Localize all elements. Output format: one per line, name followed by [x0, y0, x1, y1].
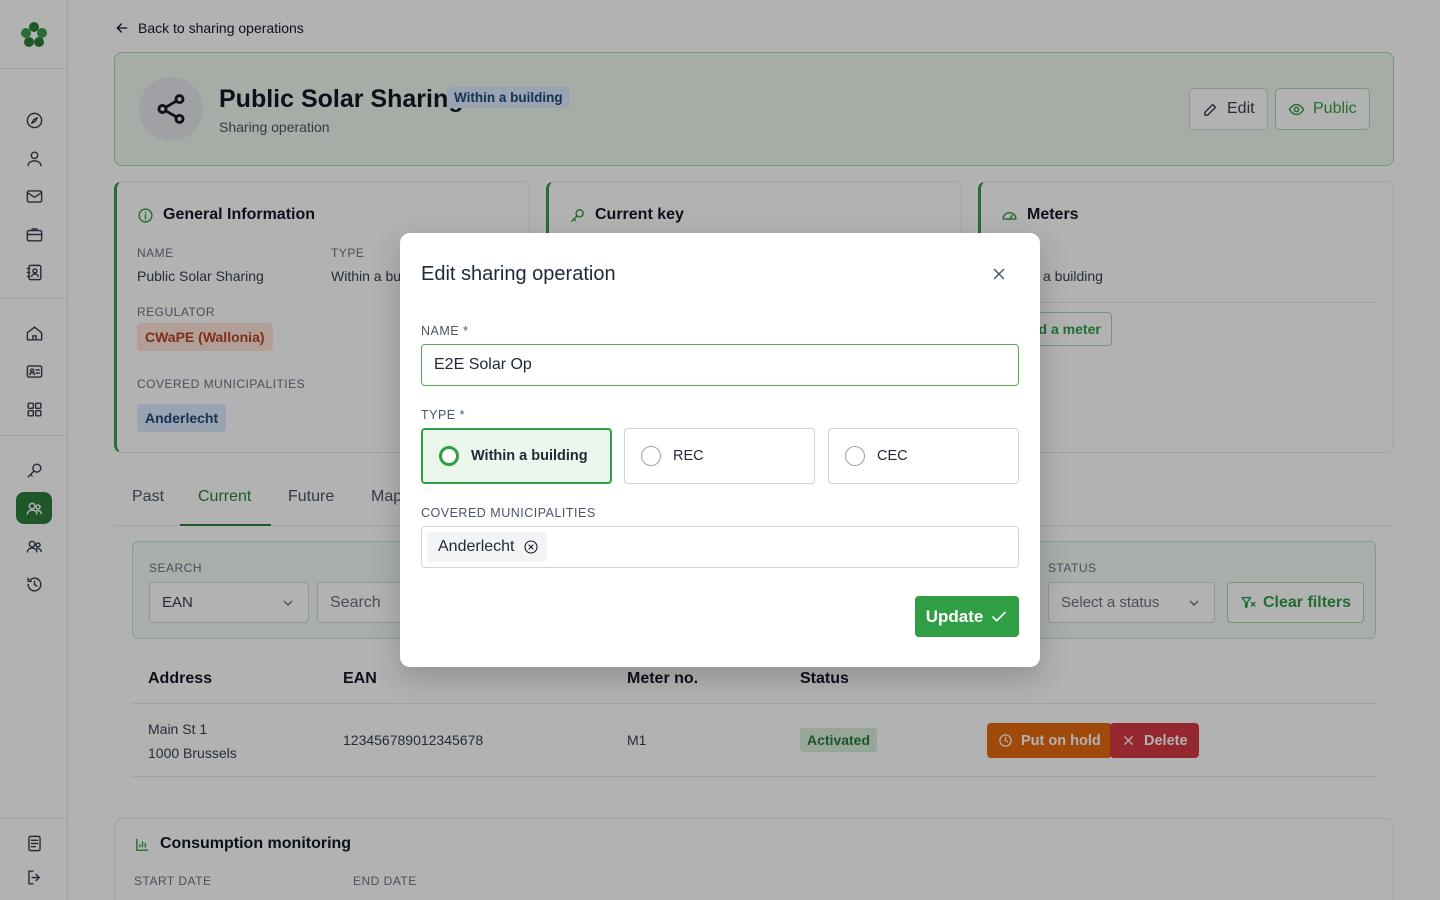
check-icon [992, 611, 1007, 622]
municipality-chip-label: Anderlecht [438, 538, 515, 555]
radio-icon [845, 446, 865, 466]
type-option-cec[interactable]: CEC [828, 428, 1019, 484]
close-button[interactable] [988, 263, 1010, 285]
name-input[interactable]: E2E Solar Op [421, 344, 1019, 386]
update-button[interactable]: Update [915, 596, 1019, 637]
radio-icon [641, 446, 661, 466]
radio-selected-icon [439, 446, 459, 466]
type-option-label: CEC [877, 448, 908, 464]
edit-sharing-operation-modal: Edit sharing operation NAME * E2E Solar … [400, 233, 1040, 667]
municipalities-label: COVERED MUNICIPALITIES [421, 506, 596, 520]
type-option-within-building[interactable]: Within a building [421, 428, 612, 484]
modal-title: Edit sharing operation [421, 263, 616, 285]
type-label: TYPE * [421, 408, 465, 422]
municipalities-multiselect[interactable]: Anderlecht [421, 526, 1019, 568]
type-option-label: Within a building [471, 448, 588, 464]
remove-circle-icon[interactable] [523, 539, 539, 555]
update-button-label: Update [925, 606, 984, 626]
type-option-rec[interactable]: REC [624, 428, 815, 484]
type-option-label: REC [673, 448, 704, 464]
close-icon [993, 268, 1005, 280]
name-label: NAME * [421, 324, 469, 338]
municipality-chip: Anderlecht [427, 532, 547, 562]
